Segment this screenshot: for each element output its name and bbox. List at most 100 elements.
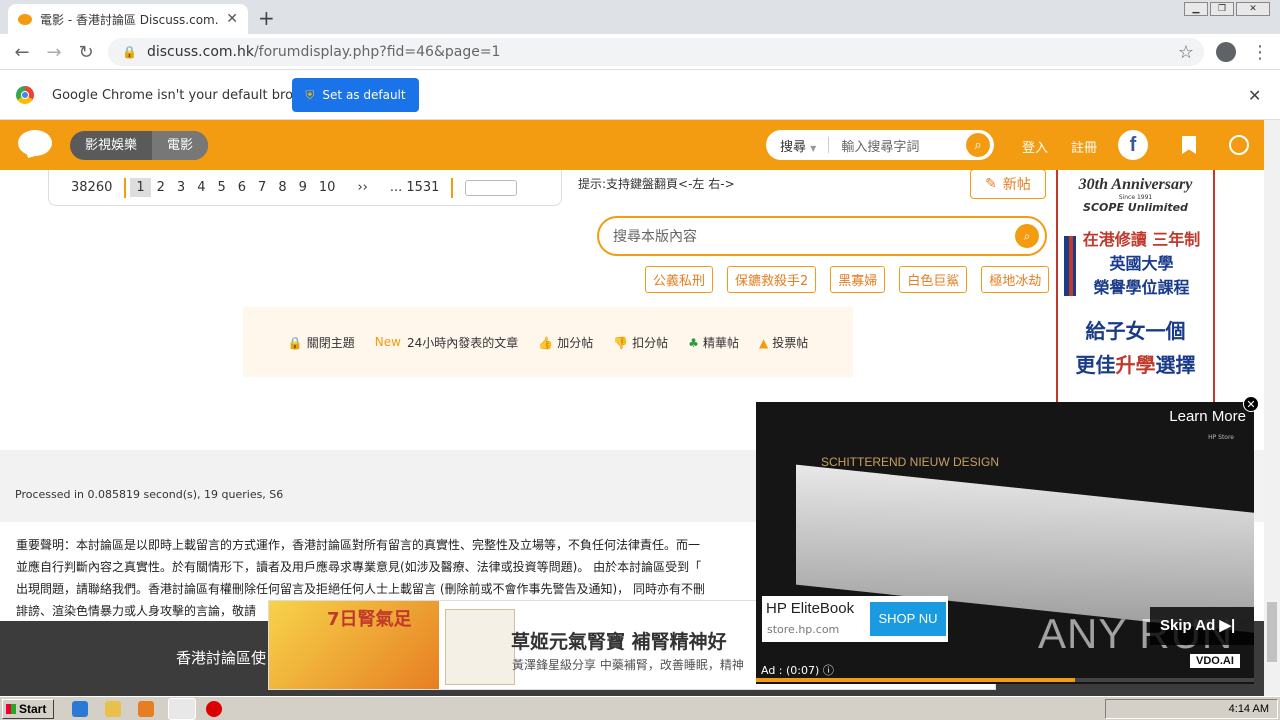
forum-search-input[interactable]: 搜尋本版內容 [613, 226, 1015, 246]
page-link[interactable]: 3 [171, 180, 191, 195]
set-as-default-button[interactable]: ⛨ Set as default [292, 78, 419, 112]
forum-search: 搜尋本版內容 ⌕ [597, 216, 1047, 256]
page-link[interactable]: 2 [151, 180, 171, 195]
next-page-link[interactable]: ›› [351, 180, 373, 195]
search-icon[interactable]: ⌕ [1015, 224, 1039, 248]
page-link[interactable]: 6 [232, 180, 252, 195]
page-link[interactable]: 9 [293, 180, 313, 195]
bookmark-star-icon[interactable]: ☆ [1174, 42, 1198, 63]
new-post-button[interactable]: ✎ 新帖 [970, 169, 1046, 199]
learn-more-link[interactable]: Learn More [1169, 408, 1246, 425]
poll-icon: ▲ [758, 335, 769, 350]
hp-store-label: HP Store [1208, 434, 1234, 441]
filter-plus[interactable]: 👍 加分帖 [538, 334, 593, 351]
new-post-label: 新帖 [1002, 177, 1031, 193]
facebook-icon[interactable]: f [1118, 130, 1148, 160]
ad-line: 榮譽學位課程 [1093, 278, 1190, 297]
chrome-taskbar-button[interactable] [168, 698, 196, 720]
login-link[interactable]: 登入 [1022, 137, 1048, 156]
ie-icon[interactable] [72, 701, 88, 717]
ad-subtext: 黃澤鋒星級分享 中藥補腎，改善睡眠，精神 [512, 658, 744, 672]
filter-digest[interactable]: ♣ 精華帖 [688, 334, 739, 351]
category-main-link[interactable]: 影視娛樂 [70, 131, 152, 160]
alert-icon[interactable] [206, 701, 222, 717]
ad-headline: 草姬元氣腎寶 補腎精神好 [511, 631, 727, 653]
jump-to-page-input[interactable] [465, 179, 518, 196]
site-header: 影視娛樂 電影 搜尋 ▼ 輸入搜尋字詞 ⌕ 登入 註冊 f [0, 120, 1264, 170]
keyboard-paging-hint: 提示:支持鍵盤翻頁<-左 右-> [578, 177, 735, 191]
vdo-ai-logo: VDO.AI [1190, 654, 1240, 668]
product-card[interactable]: HP EliteBook store.hp.com SHOP NU [762, 596, 948, 642]
pagination: 38260 1 2 3 4 5 6 7 8 9 10 ›› ... 1531 [48, 170, 562, 206]
page-scrollbar[interactable] [1264, 120, 1280, 696]
minimize-window-button[interactable]: ▁ [1184, 2, 1208, 16]
windows-taskbar: Start 4:14 AM [0, 696, 1280, 720]
gem-icon: ♣ [688, 335, 699, 350]
thumbs-up-icon: 👍 [538, 335, 554, 350]
close-tab-icon[interactable]: ✕ [226, 11, 238, 27]
shield-icon: ⛨ [305, 87, 315, 102]
close-window-button[interactable]: ✕ [1236, 2, 1270, 16]
tag-link[interactable]: 保鑣救殺手2 [727, 266, 817, 293]
page-link[interactable]: 4 [191, 180, 211, 195]
filter-poll[interactable]: ▲ 投票帖 [759, 334, 808, 351]
ad-design-text: SCHITTEREND NIEUW DESIGN [821, 455, 1000, 469]
category-sub-link[interactable]: 電影 [152, 131, 209, 160]
shop-now-button[interactable]: SHOP NU [870, 602, 946, 636]
url-path: /forumdisplay.php?fid=46&page=1 [253, 44, 501, 60]
page-link-current[interactable]: 1 [130, 178, 151, 197]
search-scope-dropdown[interactable]: 搜尋 ▼ [780, 136, 816, 155]
browser-toolbar: ← → ↻ 🔒 discuss.com.hk/forumdisplay.php?… [0, 34, 1280, 70]
thread-total-count: 38260 [71, 180, 113, 195]
page-link[interactable]: 8 [272, 180, 292, 195]
menu-kebab-icon[interactable]: ⋮ [1248, 42, 1272, 63]
folder-icon[interactable] [105, 701, 121, 717]
header-search: 搜尋 ▼ 輸入搜尋字詞 ⌕ [766, 130, 994, 160]
reload-icon[interactable]: ↻ [74, 42, 98, 63]
skip-ad-button[interactable]: Skip Ad ▶| [1150, 607, 1254, 645]
tag-link[interactable]: 白色巨鯊 [899, 266, 968, 293]
header-search-input[interactable]: 輸入搜尋字詞 [841, 136, 966, 155]
set-default-label: Set as default [322, 88, 406, 102]
site-logo-icon[interactable] [18, 130, 52, 156]
media-player-icon[interactable] [138, 701, 154, 717]
clock: 4:14 AM [1228, 703, 1269, 715]
ad-product-image [445, 609, 515, 685]
back-icon[interactable]: ← [10, 42, 34, 63]
address-bar[interactable]: 🔒 discuss.com.hk/forumdisplay.php?fid=46… [108, 38, 1204, 66]
last-page-link[interactable]: ... 1531 [384, 180, 446, 195]
page-link[interactable]: 7 [252, 180, 272, 195]
tag-link[interactable]: 極地冰劫 [981, 266, 1050, 293]
new-tab-icon[interactable]: + [258, 6, 275, 30]
scrollbar-thumb[interactable] [1267, 602, 1277, 662]
bookmark-icon[interactable] [1182, 136, 1196, 154]
page-link[interactable]: 10 [313, 180, 342, 195]
ad-since: Since 1991 [1118, 194, 1153, 201]
hot-tags: 公義私刑 保鑣救殺手2 黑寡婦 白色巨鯊 極地冰劫 [645, 266, 1050, 293]
category-breadcrumb: 影視娛樂 電影 [70, 131, 209, 160]
ad-timer: Ad : (0:07) ⓘ [761, 664, 834, 677]
filter-recent[interactable]: 24小時內發表的文章 [407, 334, 518, 351]
profile-avatar-icon[interactable] [1216, 42, 1236, 62]
register-link[interactable]: 註冊 [1071, 137, 1097, 156]
start-button[interactable]: Start [2, 699, 54, 719]
ad-line: 英國大學 [1109, 254, 1174, 273]
search-icon[interactable]: ⌕ [966, 133, 990, 157]
page-link[interactable]: 5 [211, 180, 231, 195]
filter-minus[interactable]: 👎 扣分帖 [613, 334, 668, 351]
video-ad-player[interactable]: SCHITTEREND NIEUW DESIGN Learn More HP S… [756, 402, 1254, 684]
close-infobar-icon[interactable]: ✕ [1248, 86, 1261, 105]
browser-tab[interactable]: 電影 - 香港討論區 Discuss.com.hk - ✕ [8, 4, 248, 34]
filter-closed[interactable]: 🔒 關閉主題 [288, 334, 355, 351]
tag-link[interactable]: 公義私刑 [645, 266, 714, 293]
history-clock-icon[interactable] [1229, 135, 1249, 155]
side-banner-ad[interactable]: 30th Anniversary Since 1991 SCOPE Unlimi… [1056, 170, 1215, 402]
close-ad-icon[interactable]: ✕ [1243, 396, 1259, 412]
uk-flag-icon [1062, 234, 1078, 298]
ad-line: 更佳升學選擇 [1075, 353, 1196, 377]
ad-progress-fill [756, 678, 1075, 682]
tag-link[interactable]: 黑寡婦 [830, 266, 886, 293]
forward-icon[interactable]: → [42, 42, 66, 63]
lock-icon: 🔒 [122, 45, 137, 59]
restore-window-button[interactable]: ❐ [1210, 2, 1234, 16]
